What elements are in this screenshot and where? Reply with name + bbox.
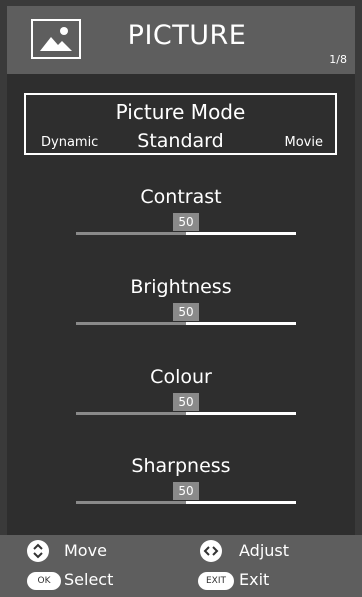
sharpness-slider-fill xyxy=(76,501,186,504)
picture-mode-label: Picture Mode xyxy=(115,100,246,124)
menu-header: PICTURE 1/8 xyxy=(7,6,355,74)
left-right-arrows-icon xyxy=(200,540,222,562)
contrast-label: Contrast xyxy=(140,186,222,208)
exit-key-icon: EXIT xyxy=(198,572,234,590)
sharpness-label: Sharpness xyxy=(131,455,231,477)
colour-slider-fill xyxy=(76,412,186,415)
picture-mode-selector[interactable]: Picture Mode Dynamic Standard Movie xyxy=(24,93,337,155)
help-footer: Move Adjust OK Select EXIT Exit xyxy=(0,535,362,597)
sharpness-setting[interactable]: Sharpness 50 xyxy=(7,455,355,515)
sharpness-value: 50 xyxy=(173,482,199,500)
page-indicator: 1/8 xyxy=(329,53,347,66)
exit-hint: Exit xyxy=(239,570,270,589)
brightness-slider[interactable] xyxy=(76,322,296,325)
brightness-setting[interactable]: Brightness 50 xyxy=(7,276,355,336)
contrast-slider[interactable] xyxy=(76,232,296,235)
brightness-value: 50 xyxy=(173,303,199,321)
brightness-slider-fill xyxy=(76,322,186,325)
picture-menu-screen: PICTURE 1/8 Picture Mode Dynamic Standar… xyxy=(0,0,362,597)
contrast-slider-fill xyxy=(76,232,186,235)
move-hint: Move xyxy=(64,541,107,560)
select-hint: Select xyxy=(64,570,114,589)
picture-menu-panel: PICTURE 1/8 Picture Mode Dynamic Standar… xyxy=(7,6,355,591)
sharpness-slider[interactable] xyxy=(76,501,296,504)
picture-icon xyxy=(31,19,81,59)
adjust-hint: Adjust xyxy=(239,541,290,560)
brightness-label: Brightness xyxy=(130,276,232,298)
colour-setting[interactable]: Colour 50 xyxy=(7,366,355,426)
menu-title: PICTURE xyxy=(127,20,247,51)
colour-label: Colour xyxy=(150,366,212,388)
colour-slider[interactable] xyxy=(76,412,296,415)
contrast-setting[interactable]: Contrast 50 xyxy=(7,186,355,246)
ok-key-icon: OK xyxy=(27,572,61,590)
picture-mode-next-option[interactable]: Movie xyxy=(285,135,323,150)
up-down-arrows-icon xyxy=(27,540,49,562)
colour-value: 50 xyxy=(173,393,199,411)
contrast-value: 50 xyxy=(173,213,199,231)
